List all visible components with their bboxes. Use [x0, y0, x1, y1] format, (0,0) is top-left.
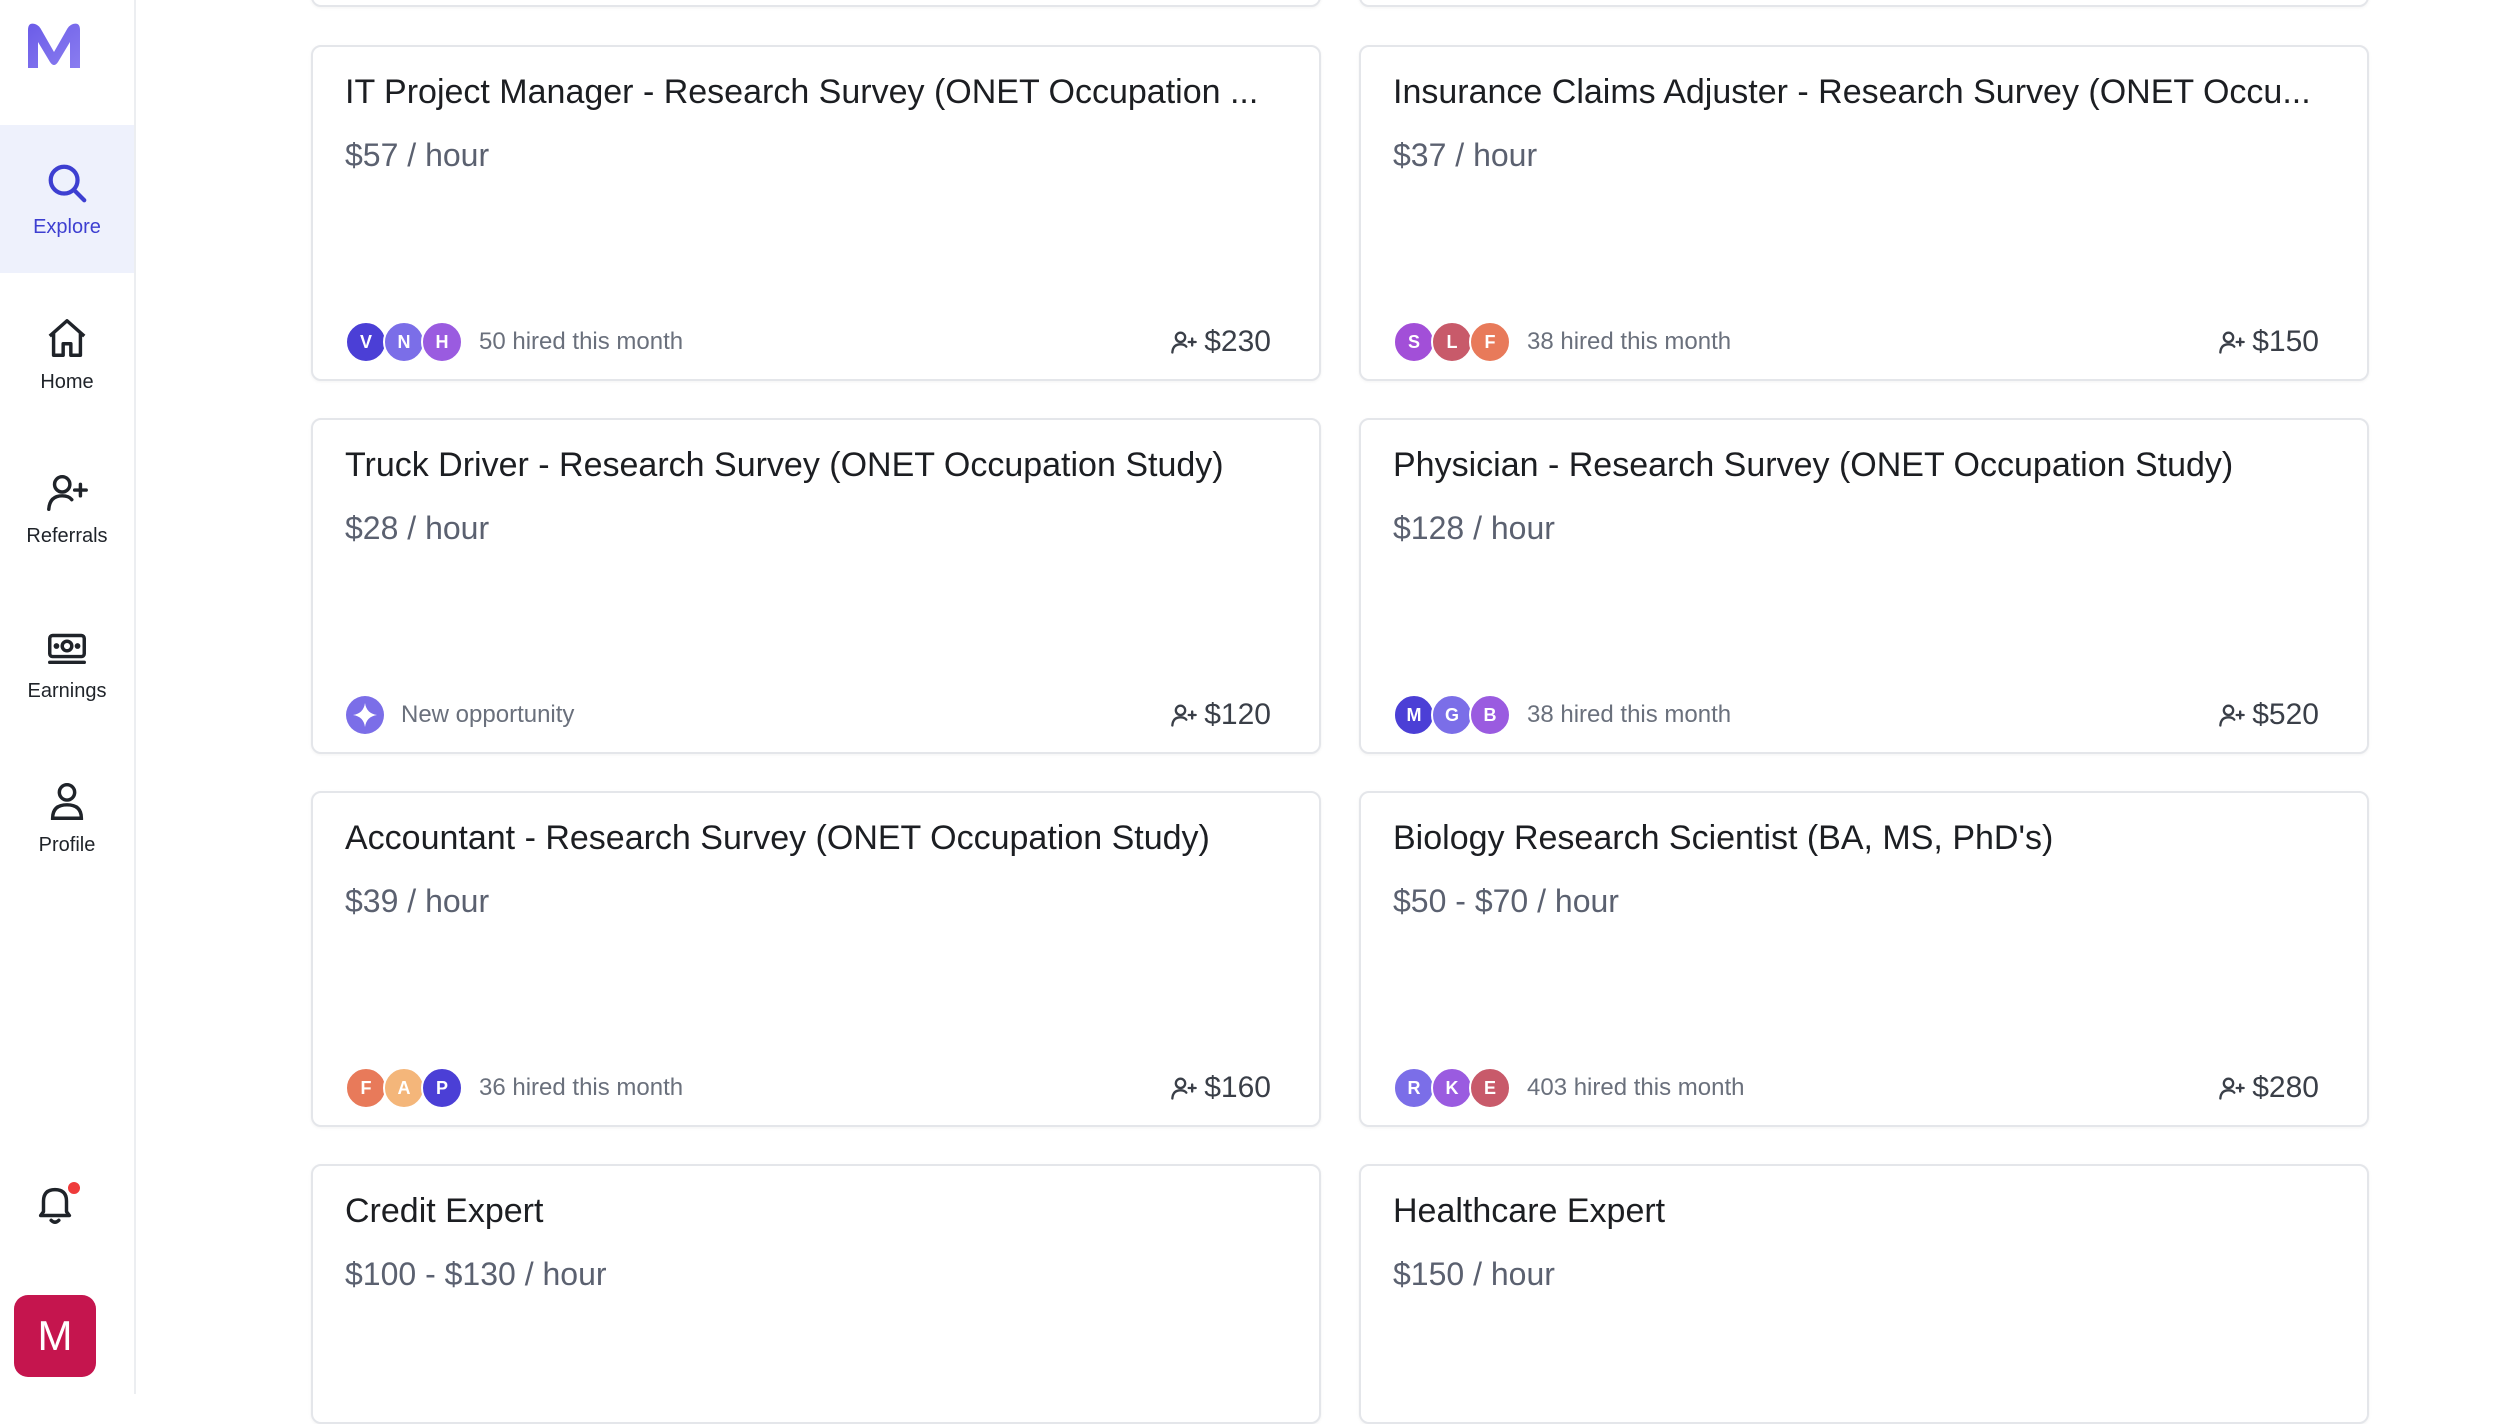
- job-card-footer: New opportunity $120: [345, 694, 1271, 736]
- hired-avatars: M G B: [1393, 694, 1511, 736]
- avatar: V: [345, 321, 387, 363]
- job-rate: $50 - $70 / hour: [1393, 883, 1619, 919]
- sidebar-item-label: Referrals: [26, 524, 108, 547]
- job-card[interactable]: Physician - Research Survey (ONET Occupa…: [1359, 418, 2369, 754]
- bonus-amount: $120: [1204, 698, 1271, 731]
- job-title: Biology Research Scientist (BA, MS, PhD'…: [1393, 819, 2054, 857]
- mercor-logo-icon[interactable]: [22, 18, 86, 72]
- job-card[interactable]: Healthcare Expert $150 / hour: [1359, 1164, 2369, 1424]
- user-plus-icon: [1171, 1077, 1198, 1100]
- job-title: Truck Driver - Research Survey (ONET Occ…: [345, 446, 1224, 484]
- hired-avatars: R K E: [1393, 1067, 1511, 1109]
- job-rate: $150 / hour: [1393, 1256, 1555, 1292]
- notification-dot: [66, 1180, 82, 1196]
- new-opportunity-label: New opportunity: [401, 701, 575, 728]
- avatar: L: [1431, 321, 1473, 363]
- bonus-amount: $280: [2252, 1071, 2319, 1104]
- hired-count: 38 hired this month: [1527, 328, 1732, 355]
- sidebar-item-explore[interactable]: Explore: [0, 125, 134, 273]
- sidebar-item-home[interactable]: Home: [0, 280, 134, 428]
- job-card-partial[interactable]: [1359, 0, 2369, 7]
- avatar: B: [1469, 694, 1511, 736]
- avatar: R: [1393, 1067, 1435, 1109]
- job-title: IT Project Manager - Research Survey (ON…: [345, 73, 1259, 111]
- hired-count: 403 hired this month: [1527, 1074, 1745, 1101]
- avatar: H: [421, 321, 463, 363]
- job-card-partial[interactable]: [311, 0, 1321, 7]
- avatar: F: [345, 1067, 387, 1109]
- job-card-footer: S L F 38 hired this month $150: [1393, 321, 2319, 363]
- hired-count: 36 hired this month: [479, 1074, 684, 1101]
- user-avatar[interactable]: M: [14, 1295, 96, 1377]
- sidebar-item-earnings[interactable]: Earnings: [0, 589, 134, 737]
- job-card[interactable]: IT Project Manager - Research Survey (ON…: [311, 45, 1321, 381]
- avatar: M: [1393, 694, 1435, 736]
- job-rate: $37 / hour: [1393, 137, 1538, 173]
- job-title: Healthcare Expert: [1393, 1192, 1666, 1230]
- avatar: E: [1469, 1067, 1511, 1109]
- job-card-footer: F A P 36 hired this month $160: [345, 1067, 1271, 1109]
- avatar: K: [1431, 1067, 1473, 1109]
- job-rate: $39 / hour: [345, 883, 490, 919]
- hired-avatars: S L F: [1393, 321, 1511, 363]
- referral-bonus: $150: [2218, 325, 2319, 359]
- job-title: Credit Expert: [345, 1192, 544, 1230]
- user-plus-icon: [2219, 331, 2246, 354]
- sidebar-item-label: Earnings: [27, 679, 107, 702]
- referral-bonus: $280: [2218, 1071, 2319, 1105]
- job-rate: $128 / hour: [1393, 510, 1555, 546]
- user-icon: [50, 782, 84, 820]
- job-card-footer: V N H 50 hired this month $230: [345, 321, 1271, 363]
- avatar: P: [421, 1067, 463, 1109]
- job-card[interactable]: Insurance Claims Adjuster - Research Sur…: [1359, 45, 2369, 381]
- hired-avatars: F A P: [345, 1067, 463, 1109]
- bonus-amount: $520: [2252, 698, 2319, 731]
- referral-bonus: $520: [2218, 698, 2319, 732]
- avatar: F: [1469, 321, 1511, 363]
- referral-bonus: $160: [1170, 1071, 1271, 1105]
- user-plus-icon: [2219, 704, 2246, 727]
- job-title: Insurance Claims Adjuster - Research Sur…: [1393, 73, 2311, 111]
- referral-bonus: $230: [1170, 325, 1271, 359]
- job-card-footer: M G B 38 hired this month $520: [1393, 694, 2319, 736]
- sidebar-item-label: Home: [40, 370, 94, 393]
- job-rate: $57 / hour: [345, 137, 490, 173]
- cash-icon: [48, 633, 86, 664]
- job-card[interactable]: Biology Research Scientist (BA, MS, PhD'…: [1359, 791, 2369, 1127]
- user-plus-icon: [2219, 1077, 2246, 1100]
- job-card[interactable]: Credit Expert $100 - $130 / hour: [311, 1164, 1321, 1424]
- avatar: N: [383, 321, 425, 363]
- job-card[interactable]: Accountant - Research Survey (ONET Occup…: [311, 791, 1321, 1127]
- sidebar-item-label: Profile: [38, 833, 96, 856]
- job-rate: $28 / hour: [345, 510, 490, 546]
- bonus-amount: $150: [2252, 325, 2319, 358]
- job-rate: $100 - $130 / hour: [345, 1256, 607, 1292]
- job-title: Accountant - Research Survey (ONET Occup…: [345, 819, 1210, 857]
- sidebar-item-profile[interactable]: Profile: [0, 743, 134, 891]
- sidebar-item-label: Explore: [33, 215, 101, 238]
- search-icon: [48, 164, 87, 202]
- job-card[interactable]: Truck Driver - Research Survey (ONET Occ…: [311, 418, 1321, 754]
- user-plus-icon: [47, 474, 88, 511]
- sparkle-icon: [346, 696, 384, 734]
- home-icon: [48, 318, 86, 357]
- user-plus-icon: [1171, 331, 1198, 354]
- job-title: Physician - Research Survey (ONET Occupa…: [1393, 446, 2234, 484]
- user-plus-icon: [1171, 704, 1198, 727]
- bonus-amount: $160: [1204, 1071, 1271, 1104]
- avatar: S: [1393, 321, 1435, 363]
- hired-count: 50 hired this month: [479, 328, 684, 355]
- avatar: A: [383, 1067, 425, 1109]
- hired-count: 38 hired this month: [1527, 701, 1732, 728]
- job-card-footer: R K E 403 hired this month $280: [1393, 1067, 2319, 1109]
- sidebar: Explore Home Referrals Earnings Profile: [0, 0, 136, 1394]
- sidebar-item-referrals[interactable]: Referrals: [0, 434, 134, 582]
- hired-avatars: V N H: [345, 321, 463, 363]
- referral-bonus: $120: [1170, 698, 1271, 732]
- bonus-amount: $230: [1204, 325, 1271, 358]
- avatar: G: [1431, 694, 1473, 736]
